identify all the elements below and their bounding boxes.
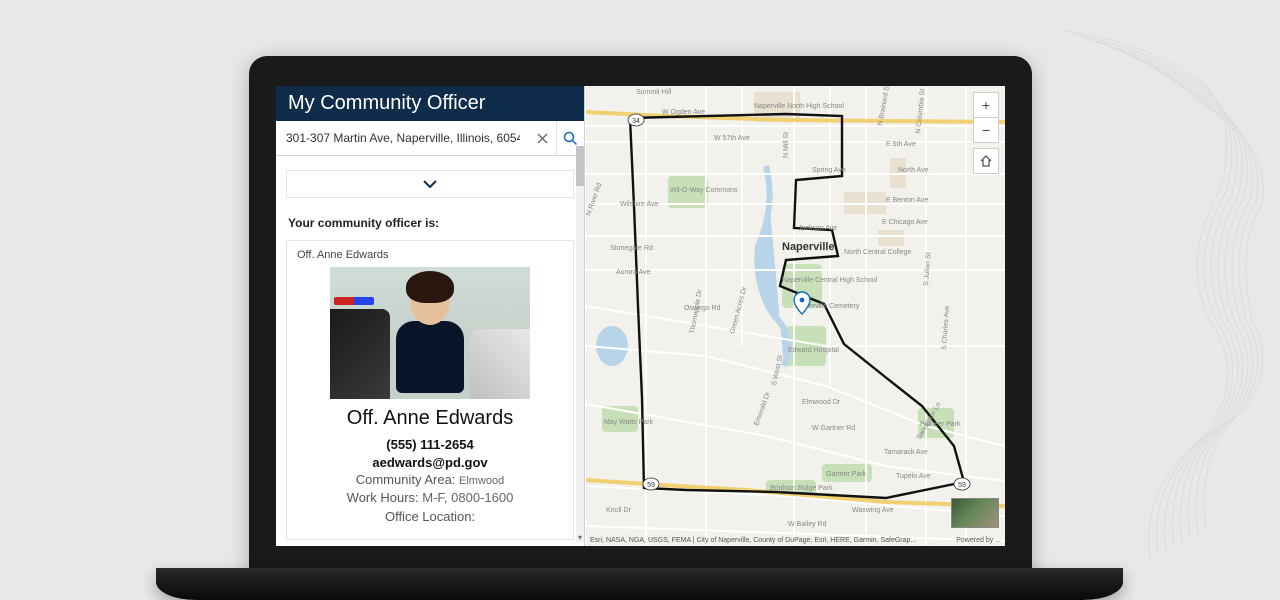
officer-subhead: Off. Anne Edwards: [287, 241, 573, 265]
plus-icon: +: [982, 97, 990, 113]
map-controls: + −: [973, 92, 999, 173]
office-loc-label: Office Location:: [385, 509, 475, 524]
officer-work-hours: Work Hours: M-F, 0800-1600: [287, 489, 573, 507]
svg-text:Naperville Central High School: Naperville Central High School: [782, 277, 878, 284]
svg-text:W Bailey Rd: W Bailey Rd: [788, 521, 827, 528]
officer-office-location: Office Location:: [287, 508, 573, 526]
officer-card: Off. Anne Edwards Off. Anne Edwards (555…: [286, 240, 574, 540]
left-panel: My Community Officer Your community offi…: [276, 86, 585, 546]
svg-text:Summit Hill: Summit Hill: [636, 89, 672, 96]
svg-text:Aurora Ave: Aurora Ave: [616, 269, 651, 276]
map-panel[interactable]: Naperville 34 59 59 W Ogden Ave W 57th A…: [586, 86, 1005, 546]
minus-icon: −: [982, 122, 990, 138]
map-canvas: Naperville 34 59 59 W Ogden Ave W 57th A…: [586, 86, 1005, 546]
laptop-frame: My Community Officer Your community offi…: [249, 56, 1032, 582]
svg-text:Gartner Park: Gartner Park: [826, 471, 867, 478]
scroll-thumb[interactable]: [576, 146, 584, 186]
svg-text:E Chicago Ave: E Chicago Ave: [882, 219, 928, 226]
svg-text:N Mill St: N Mill St: [783, 132, 790, 158]
svg-text:Naperville North High School: Naperville North High School: [754, 103, 844, 110]
app-title: My Community Officer: [276, 86, 584, 121]
svg-text:Edward Hospital: Edward Hospital: [788, 347, 839, 354]
svg-text:Elmwood Dr: Elmwood Dr: [802, 399, 841, 406]
section-label: Your community officer is:: [276, 212, 584, 240]
panel-scrollbar[interactable]: ▾: [576, 146, 584, 542]
zoom-in-button[interactable]: +: [973, 92, 999, 118]
svg-text:W Ogden Ave: W Ogden Ave: [662, 109, 705, 116]
search-input[interactable]: [276, 121, 528, 155]
search-clear-button[interactable]: [528, 121, 556, 155]
laptop-base: [156, 568, 1123, 600]
svg-text:Knoll Dr: Knoll Dr: [606, 507, 632, 514]
officer-phone: (555) 111-2654: [287, 436, 573, 454]
svg-text:W 57th Ave: W 57th Ave: [714, 135, 750, 142]
svg-text:Wilshire Ave: Wilshire Ave: [620, 201, 658, 208]
svg-text:Oswego Rd: Oswego Rd: [684, 305, 721, 312]
officer-email[interactable]: aedwards@pd.gov: [287, 454, 573, 472]
home-icon: [979, 154, 993, 168]
topo-decoration: [1020, 20, 1280, 580]
collapse-toggle[interactable]: [286, 170, 574, 198]
officer-community-area: Community Area: Elmwood: [287, 471, 573, 489]
officer-name: Off. Anne Edwards: [287, 407, 573, 430]
chevron-down-icon: [423, 180, 437, 188]
svg-text:Tamarack Ave: Tamarack Ave: [884, 449, 928, 456]
map-city-label: Naperville: [782, 241, 835, 253]
svg-text:May Watts Park: May Watts Park: [604, 419, 654, 426]
svg-text:Tupelo Ave: Tupelo Ave: [896, 473, 931, 480]
svg-text:59: 59: [958, 482, 966, 489]
app-screen: My Community Officer Your community offi…: [276, 86, 1005, 546]
svg-text:North Central College: North Central College: [844, 249, 911, 256]
community-area-label: Community Area:: [356, 472, 459, 487]
svg-text:Spring Ave: Spring Ave: [812, 167, 846, 174]
home-extent-button[interactable]: [973, 148, 999, 174]
svg-text:E Benton Ave: E Benton Ave: [886, 197, 928, 204]
svg-text:W Gartner Rd: W Gartner Rd: [812, 425, 855, 432]
svg-text:Brighton Ridge Park: Brighton Ridge Park: [770, 485, 833, 492]
officer-photo: [330, 267, 530, 399]
svg-text:Wil-O-Way Commons: Wil-O-Way Commons: [670, 187, 738, 194]
svg-text:North Ave: North Ave: [898, 167, 929, 174]
zoom-out-button[interactable]: −: [973, 117, 999, 143]
svg-text:59: 59: [647, 482, 655, 489]
svg-text:Waxwing Ave: Waxwing Ave: [852, 507, 894, 514]
svg-text:34: 34: [632, 118, 640, 125]
basemap-toggle[interactable]: [951, 498, 999, 528]
work-hours-value: M-F, 0800-1600: [422, 490, 513, 505]
community-area-value: Elmwood: [459, 475, 504, 487]
svg-text:Jackson Ave: Jackson Ave: [798, 225, 837, 232]
svg-text:Pioneer Park: Pioneer Park: [920, 421, 961, 428]
svg-text:E 5th Ave: E 5th Ave: [886, 141, 916, 148]
search-row: [276, 121, 584, 156]
work-hours-label: Work Hours:: [347, 490, 423, 505]
svg-text:Stonegate Rd: Stonegate Rd: [610, 245, 653, 252]
close-icon: [537, 133, 548, 144]
scroll-down-icon[interactable]: ▾: [576, 532, 584, 542]
search-icon: [563, 131, 578, 146]
